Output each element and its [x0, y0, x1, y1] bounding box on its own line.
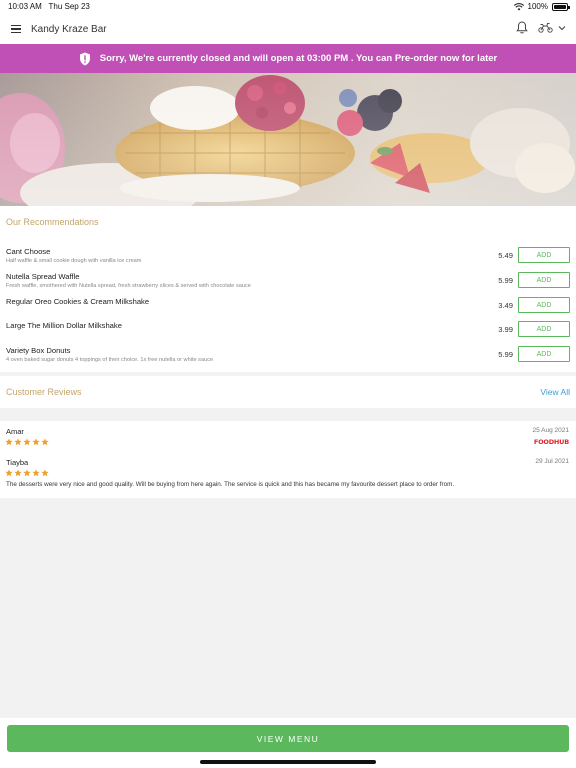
- app-header: Kandy Kraze Bar: [0, 14, 576, 44]
- star-icon: [5, 469, 13, 477]
- item-name: Nutella Spread Waffle: [6, 272, 80, 281]
- order-type-selector[interactable]: [538, 22, 566, 33]
- add-button[interactable]: ADD: [518, 346, 570, 362]
- item-name: Cant Choose: [6, 247, 51, 256]
- recommendations-title: Our Recommendations: [6, 217, 99, 227]
- battery-percent: 100%: [527, 2, 548, 11]
- review-author: Tiayba: [6, 458, 29, 467]
- reviews-title: Customer Reviews: [6, 387, 82, 397]
- star-icon: [14, 438, 22, 446]
- reviews-list: Amar 25 Aug 2021 FOODHUB Tiayba 29 Jul 2…: [0, 421, 576, 498]
- item-name: Variety Box Donuts: [6, 346, 71, 355]
- menu-item: Large The Million Dollar Milkshake 3.99 …: [0, 321, 576, 345]
- add-button[interactable]: ADD: [518, 297, 570, 313]
- add-button[interactable]: ADD: [518, 321, 570, 337]
- status-time: 10:03 AM Thu Sep 23: [8, 2, 90, 11]
- item-name: Regular Oreo Cookies & Cream Milkshake: [6, 297, 150, 306]
- item-name: Large The Million Dollar Milkshake: [6, 321, 122, 330]
- review-date: 29 Jul 2021: [535, 458, 569, 465]
- view-menu-button[interactable]: VIEW MENU: [7, 725, 569, 752]
- review-author: Amar: [6, 427, 24, 436]
- star-rating: [5, 469, 49, 477]
- menu-item: Nutella Spread Waffle Fresh waffle, smot…: [0, 272, 576, 296]
- wifi-icon: [513, 2, 524, 10]
- bottom-bar: VIEW MENU: [0, 718, 576, 768]
- closed-banner: Sorry, We're currently closed and will o…: [0, 44, 576, 73]
- banner-text: Sorry, We're currently closed and will o…: [99, 53, 498, 64]
- star-icon: [41, 469, 49, 477]
- star-icon: [5, 438, 13, 446]
- foodhub-logo: FOODHUB: [533, 438, 569, 446]
- bell-icon[interactable]: [516, 21, 528, 34]
- star-icon: [32, 438, 40, 446]
- item-description: Half waffle & small cookie dough with va…: [6, 258, 142, 264]
- restaurant-title: Kandy Kraze Bar: [31, 23, 107, 35]
- view-all-link[interactable]: View All: [540, 387, 570, 397]
- add-button[interactable]: ADD: [518, 272, 570, 288]
- chevron-down-icon: [558, 25, 566, 30]
- item-price: 5.99: [498, 276, 513, 285]
- shield-alert-icon: [79, 52, 90, 65]
- item-price: 3.49: [498, 301, 513, 310]
- item-price: 3.99: [498, 325, 513, 334]
- hamburger-menu-icon[interactable]: [11, 25, 21, 33]
- status-indicators: 100%: [513, 2, 570, 11]
- hero-image: [0, 73, 576, 206]
- star-icon: [23, 469, 31, 477]
- item-description: 4 oven baked sugar donuts 4 toppings of …: [6, 357, 214, 363]
- add-button[interactable]: ADD: [518, 247, 570, 263]
- star-icon: [23, 438, 31, 446]
- menu-item: Regular Oreo Cookies & Cream Milkshake 3…: [0, 297, 576, 321]
- menu-item: Cant Choose Half waffle & small cookie d…: [0, 247, 576, 271]
- reviews-header: Customer Reviews View All: [0, 376, 576, 408]
- battery-icon: [552, 2, 570, 11]
- review-date: 25 Aug 2021: [532, 427, 569, 434]
- star-icon: [32, 469, 40, 477]
- review-text: The desserts were very nice and good qua…: [6, 481, 455, 488]
- item-price: 5.49: [498, 251, 513, 260]
- star-rating: [5, 438, 49, 446]
- home-indicator: [200, 760, 376, 764]
- item-description: Fresh waffle, smothered with Nutella spr…: [6, 283, 251, 289]
- menu-item: Variety Box Donuts 4 oven baked sugar do…: [0, 346, 576, 370]
- status-bar: 10:03 AM Thu Sep 23 100%: [0, 0, 576, 14]
- item-price: 5.99: [498, 350, 513, 359]
- star-icon: [14, 469, 22, 477]
- star-icon: [41, 438, 49, 446]
- recommendations-section: Our Recommendations Cant Choose Half waf…: [0, 206, 576, 372]
- scooter-icon: [538, 23, 553, 33]
